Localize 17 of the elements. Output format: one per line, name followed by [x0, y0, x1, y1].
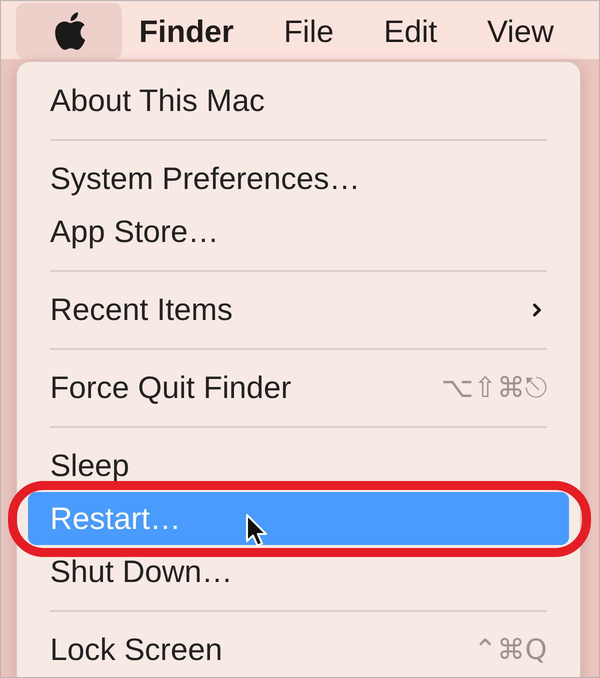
menu-title[interactable]: View: [479, 3, 562, 59]
menu-item[interactable]: About This Mac: [28, 74, 569, 127]
app-menu-title[interactable]: Finder: [131, 3, 242, 59]
menu-item[interactable]: Force Quit Finder ⌥⇧⌘⎋: [28, 361, 569, 414]
keyboard-shortcut: ⌥⇧⌘⎋: [441, 374, 547, 402]
menu-item[interactable]: Sleep: [28, 439, 569, 492]
menu-item[interactable]: Shut Down…: [28, 545, 569, 598]
menu-item[interactable]: Lock Screen ⌃⌘Q: [28, 623, 569, 676]
apple-menu-button[interactable]: [16, 3, 122, 59]
pointer-cursor-icon: [245, 513, 270, 548]
menu-title[interactable]: Edit: [376, 3, 446, 59]
menu-title[interactable]: File: [276, 3, 342, 59]
menu-item[interactable]: System Preferences…: [28, 152, 569, 205]
menu-item[interactable]: App Store…: [28, 205, 569, 258]
keyboard-shortcut: ⌃⌘Q: [474, 636, 547, 664]
menu-item[interactable]: Recent Items: [28, 283, 569, 336]
apple-icon: [54, 12, 84, 50]
